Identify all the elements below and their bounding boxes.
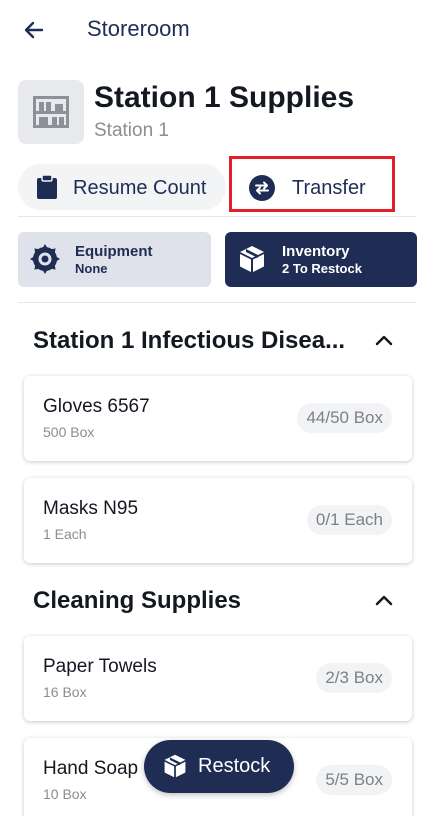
storage-header: Station 1 Supplies Station 1 bbox=[18, 80, 418, 146]
topbar-title: Storeroom bbox=[87, 16, 190, 41]
item-count-badge: 44/50 Box bbox=[297, 403, 392, 433]
restock-button[interactable]: Restock bbox=[144, 740, 294, 793]
tab-inventory-title: Inventory bbox=[282, 243, 350, 260]
list-item[interactable]: Paper Towels 16 Box 2/3 Box bbox=[24, 636, 412, 721]
resume-count-button[interactable]: Resume Count bbox=[18, 164, 226, 210]
box-icon bbox=[237, 244, 267, 279]
list-item[interactable]: Gloves 6567 500 Box 44/50 Box bbox=[24, 376, 412, 461]
tab-inventory-status: 2 To Restock bbox=[282, 261, 362, 276]
saw-blade-icon bbox=[30, 244, 60, 279]
item-name: Gloves 6567 bbox=[43, 396, 150, 417]
action-row: Resume Count Transfer bbox=[0, 160, 433, 215]
tab-inventory[interactable]: Inventory 2 To Restock bbox=[225, 232, 417, 287]
page-subtitle: Station 1 bbox=[94, 120, 169, 141]
transfer-label: Transfer bbox=[292, 177, 366, 199]
divider bbox=[18, 302, 416, 303]
item-name: Masks N95 bbox=[43, 498, 139, 519]
item-name: Hand Soap bbox=[43, 758, 139, 779]
divider bbox=[18, 216, 416, 217]
page-title: Station 1 Supplies bbox=[94, 81, 355, 114]
arrow-left-icon bbox=[24, 21, 44, 39]
item-count-badge: 5/5 Box bbox=[316, 765, 392, 795]
section-header[interactable]: Station 1 Infectious Disea... bbox=[33, 324, 413, 358]
item-unit: 16 Box bbox=[43, 684, 87, 700]
item-count-badge: 0/1 Each bbox=[306, 505, 392, 535]
tab-equipment-status: None bbox=[75, 261, 108, 276]
transfer-button[interactable]: Transfer bbox=[231, 164, 393, 210]
item-unit: 1 Each bbox=[43, 526, 87, 542]
shelving-icon bbox=[18, 80, 84, 144]
section-title: Cleaning Supplies bbox=[33, 587, 242, 614]
section-header[interactable]: Cleaning Supplies bbox=[33, 584, 413, 618]
restock-label: Restock bbox=[198, 755, 271, 777]
box-icon bbox=[162, 753, 188, 784]
transfer-arrows-icon bbox=[249, 175, 275, 206]
resume-count-label: Resume Count bbox=[73, 177, 207, 199]
tab-equipment[interactable]: Equipment None bbox=[18, 232, 211, 287]
chevron-up-icon[interactable] bbox=[375, 593, 393, 611]
item-count-badge: 2/3 Box bbox=[316, 663, 392, 693]
item-unit: 500 Box bbox=[43, 424, 95, 440]
back-button[interactable] bbox=[20, 16, 48, 44]
chevron-up-icon[interactable] bbox=[375, 333, 393, 351]
clipboard-icon bbox=[36, 174, 58, 205]
list-item[interactable]: Masks N95 1 Each 0/1 Each bbox=[24, 478, 412, 563]
top-bar: Storeroom bbox=[0, 0, 433, 60]
section-title: Station 1 Infectious Disea... bbox=[33, 327, 346, 354]
item-unit: 10 Box bbox=[43, 786, 87, 802]
tab-equipment-title: Equipment bbox=[75, 243, 153, 260]
item-name: Paper Towels bbox=[43, 656, 157, 677]
